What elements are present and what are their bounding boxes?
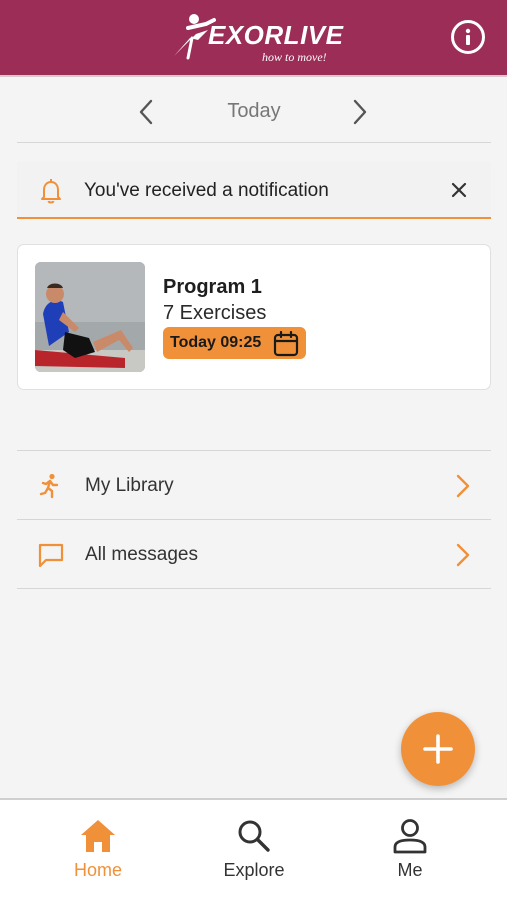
nav-label: Home (73, 860, 122, 880)
logo-tagline: how to move! (262, 50, 327, 64)
date-label: Today (227, 100, 281, 122)
list-item-all-messages[interactable]: All messages (17, 520, 491, 589)
message-icon (38, 543, 64, 568)
chevron-right-icon (456, 474, 470, 498)
calendar-icon (273, 331, 299, 357)
exorlive-logo: EXORLIVE how to move! (170, 12, 350, 70)
notification-banner[interactable]: You've received a notification (17, 162, 491, 219)
bell-icon (41, 179, 61, 204)
schedule-badge: Today 09:25 (163, 327, 306, 359)
user-icon (393, 819, 427, 854)
program-thumbnail (35, 262, 145, 372)
info-icon (465, 28, 471, 45)
nav-label: Me (397, 860, 423, 880)
chevron-right-icon (456, 543, 470, 567)
list-item-my-library[interactable]: My Library (17, 451, 491, 520)
list-item-label: My Library (85, 475, 174, 496)
menu-list: My Library All messages (17, 450, 491, 589)
program-card[interactable]: Program 1 7 Exercises Today 09:25 (17, 244, 491, 390)
running-person-icon (39, 473, 59, 499)
chevron-right-icon (353, 99, 367, 125)
exercise-count: 7 Exercises (163, 302, 267, 324)
notification-text: You've received a notification (84, 180, 329, 201)
schedule-date: Today 09:25 (170, 334, 262, 351)
program-title: Program 1 (163, 276, 262, 298)
home-icon (81, 820, 115, 852)
nav-me[interactable]: Me (350, 800, 470, 900)
dismiss-notification-button[interactable] (449, 180, 469, 200)
exercise-photo (35, 262, 145, 372)
date-navigator: Today (17, 80, 491, 143)
next-day-button[interactable] (347, 98, 371, 126)
logo-text: EXORLIVE (208, 20, 344, 50)
nav-home[interactable]: Home (38, 800, 158, 900)
app-header: EXORLIVE how to move! (0, 0, 507, 77)
bottom-navigation: Home Explore Me (0, 798, 507, 900)
info-button[interactable] (451, 20, 485, 54)
list-item-label: All messages (85, 544, 198, 565)
close-icon (451, 182, 467, 198)
add-button[interactable] (401, 712, 475, 786)
nav-explore[interactable]: Explore (194, 800, 314, 900)
nav-label: Explore (223, 860, 285, 880)
search-icon (238, 820, 270, 852)
plus-icon (423, 734, 453, 764)
